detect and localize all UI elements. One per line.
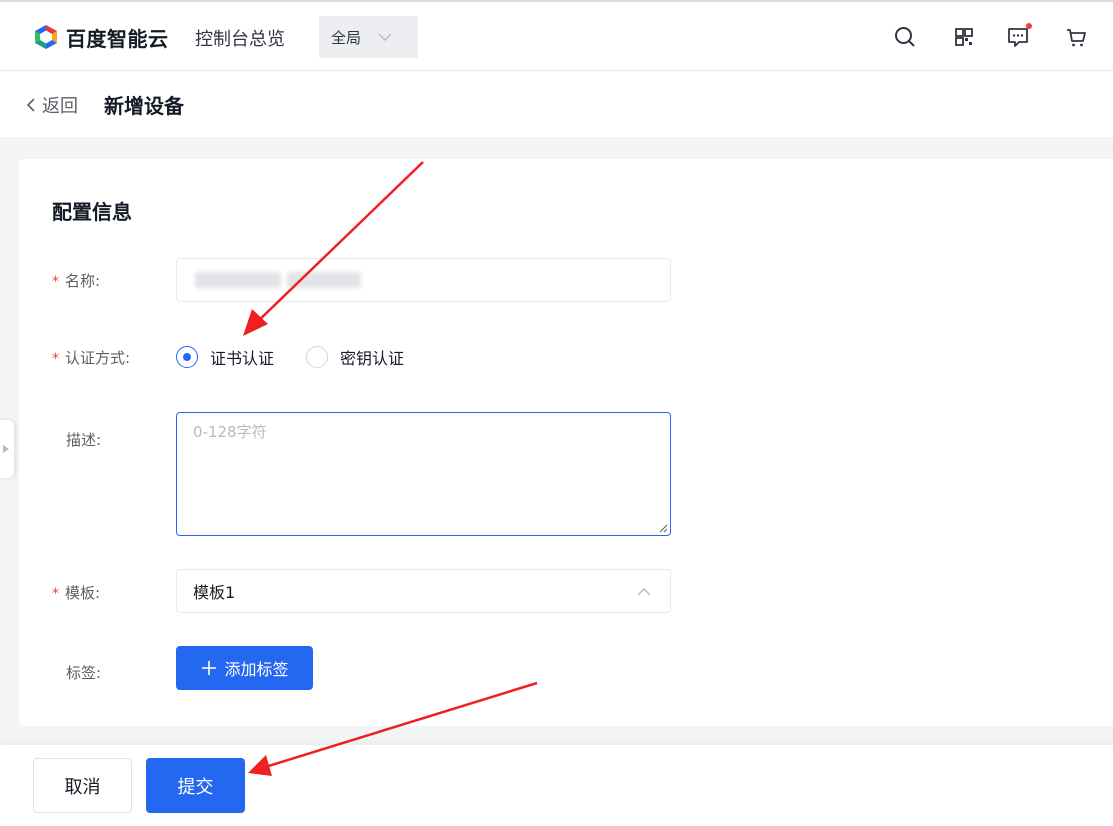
template-select[interactable]: 模板1 — [176, 569, 671, 613]
qrcode-icon[interactable] — [953, 26, 975, 48]
notification-dot — [1026, 23, 1032, 29]
chevron-down-icon — [378, 33, 392, 42]
cancel-button[interactable]: 取消 — [33, 758, 132, 813]
brand-logo[interactable]: 百度智能云 — [32, 22, 169, 52]
template-label-text: 模板: — [65, 584, 101, 602]
scope-select[interactable]: 全局 — [319, 16, 418, 58]
radio-certificate-auth[interactable]: 证书认证 — [176, 345, 274, 369]
radio-checked-icon — [176, 346, 198, 368]
section-title: 配置信息 — [52, 200, 132, 224]
console-overview-link[interactable]: 控制台总览 — [195, 25, 285, 51]
required-mark: * — [52, 351, 59, 367]
cart-icon[interactable] — [1065, 26, 1087, 48]
required-mark: * — [52, 586, 59, 602]
description-textarea[interactable]: 0-128字符 — [176, 412, 671, 536]
radio-label: 密钥认证 — [340, 349, 405, 368]
template-label: * 模板: — [52, 582, 100, 603]
chevron-left-icon — [26, 98, 35, 112]
brand-name: 百度智能云 — [66, 26, 169, 51]
back-link[interactable]: 返回 — [24, 92, 78, 118]
plus-icon — [202, 661, 217, 675]
back-label: 返回 — [42, 96, 78, 117]
top-navigation-bar: 百度智能云 控制台总览 全局 — [0, 2, 1113, 71]
tags-label: 标签: — [66, 664, 102, 682]
name-label-text: 名称: — [65, 272, 101, 290]
submit-button[interactable]: 提交 — [146, 758, 245, 813]
config-card: 配置信息 * 名称: * 认证方式: 证书认证 密钥认证 描述: 0-128字符 *… — [19, 159, 1113, 726]
form-footer: 取消 提交 — [0, 745, 1113, 826]
auth-method-radio-group: 证书认证 密钥认证 — [176, 345, 436, 369]
message-icon[interactable] — [1007, 23, 1032, 48]
caret-right-icon — [3, 445, 9, 453]
radio-unchecked-icon — [306, 346, 329, 368]
name-label: * 名称: — [52, 270, 100, 291]
radio-key-auth[interactable]: 密钥认证 — [306, 345, 404, 369]
chevron-up-icon — [637, 587, 651, 596]
scope-select-value: 全局 — [331, 28, 362, 47]
search-icon[interactable] — [894, 26, 916, 48]
redacted-text — [287, 272, 361, 288]
baidu-cloud-logo-icon — [35, 25, 57, 49]
page-header: 返回 新增设备 — [0, 71, 1113, 137]
description-placeholder: 0-128字符 — [193, 423, 267, 441]
auth-method-label-text: 认证方式: — [65, 349, 131, 367]
sidebar-expand-handle[interactable] — [0, 420, 14, 478]
add-tag-label: 添加标签 — [224, 660, 289, 679]
auth-method-label: * 认证方式: — [52, 347, 130, 368]
redacted-text — [195, 272, 281, 288]
required-mark: * — [52, 274, 59, 290]
name-input[interactable] — [176, 258, 671, 302]
radio-label: 证书认证 — [210, 349, 275, 368]
description-label: 描述: — [66, 431, 102, 449]
add-tag-button[interactable]: 添加标签 — [176, 646, 313, 690]
resize-handle-icon[interactable] — [658, 523, 668, 533]
template-select-value: 模板1 — [193, 583, 236, 602]
page-title: 新增设备 — [104, 94, 184, 118]
